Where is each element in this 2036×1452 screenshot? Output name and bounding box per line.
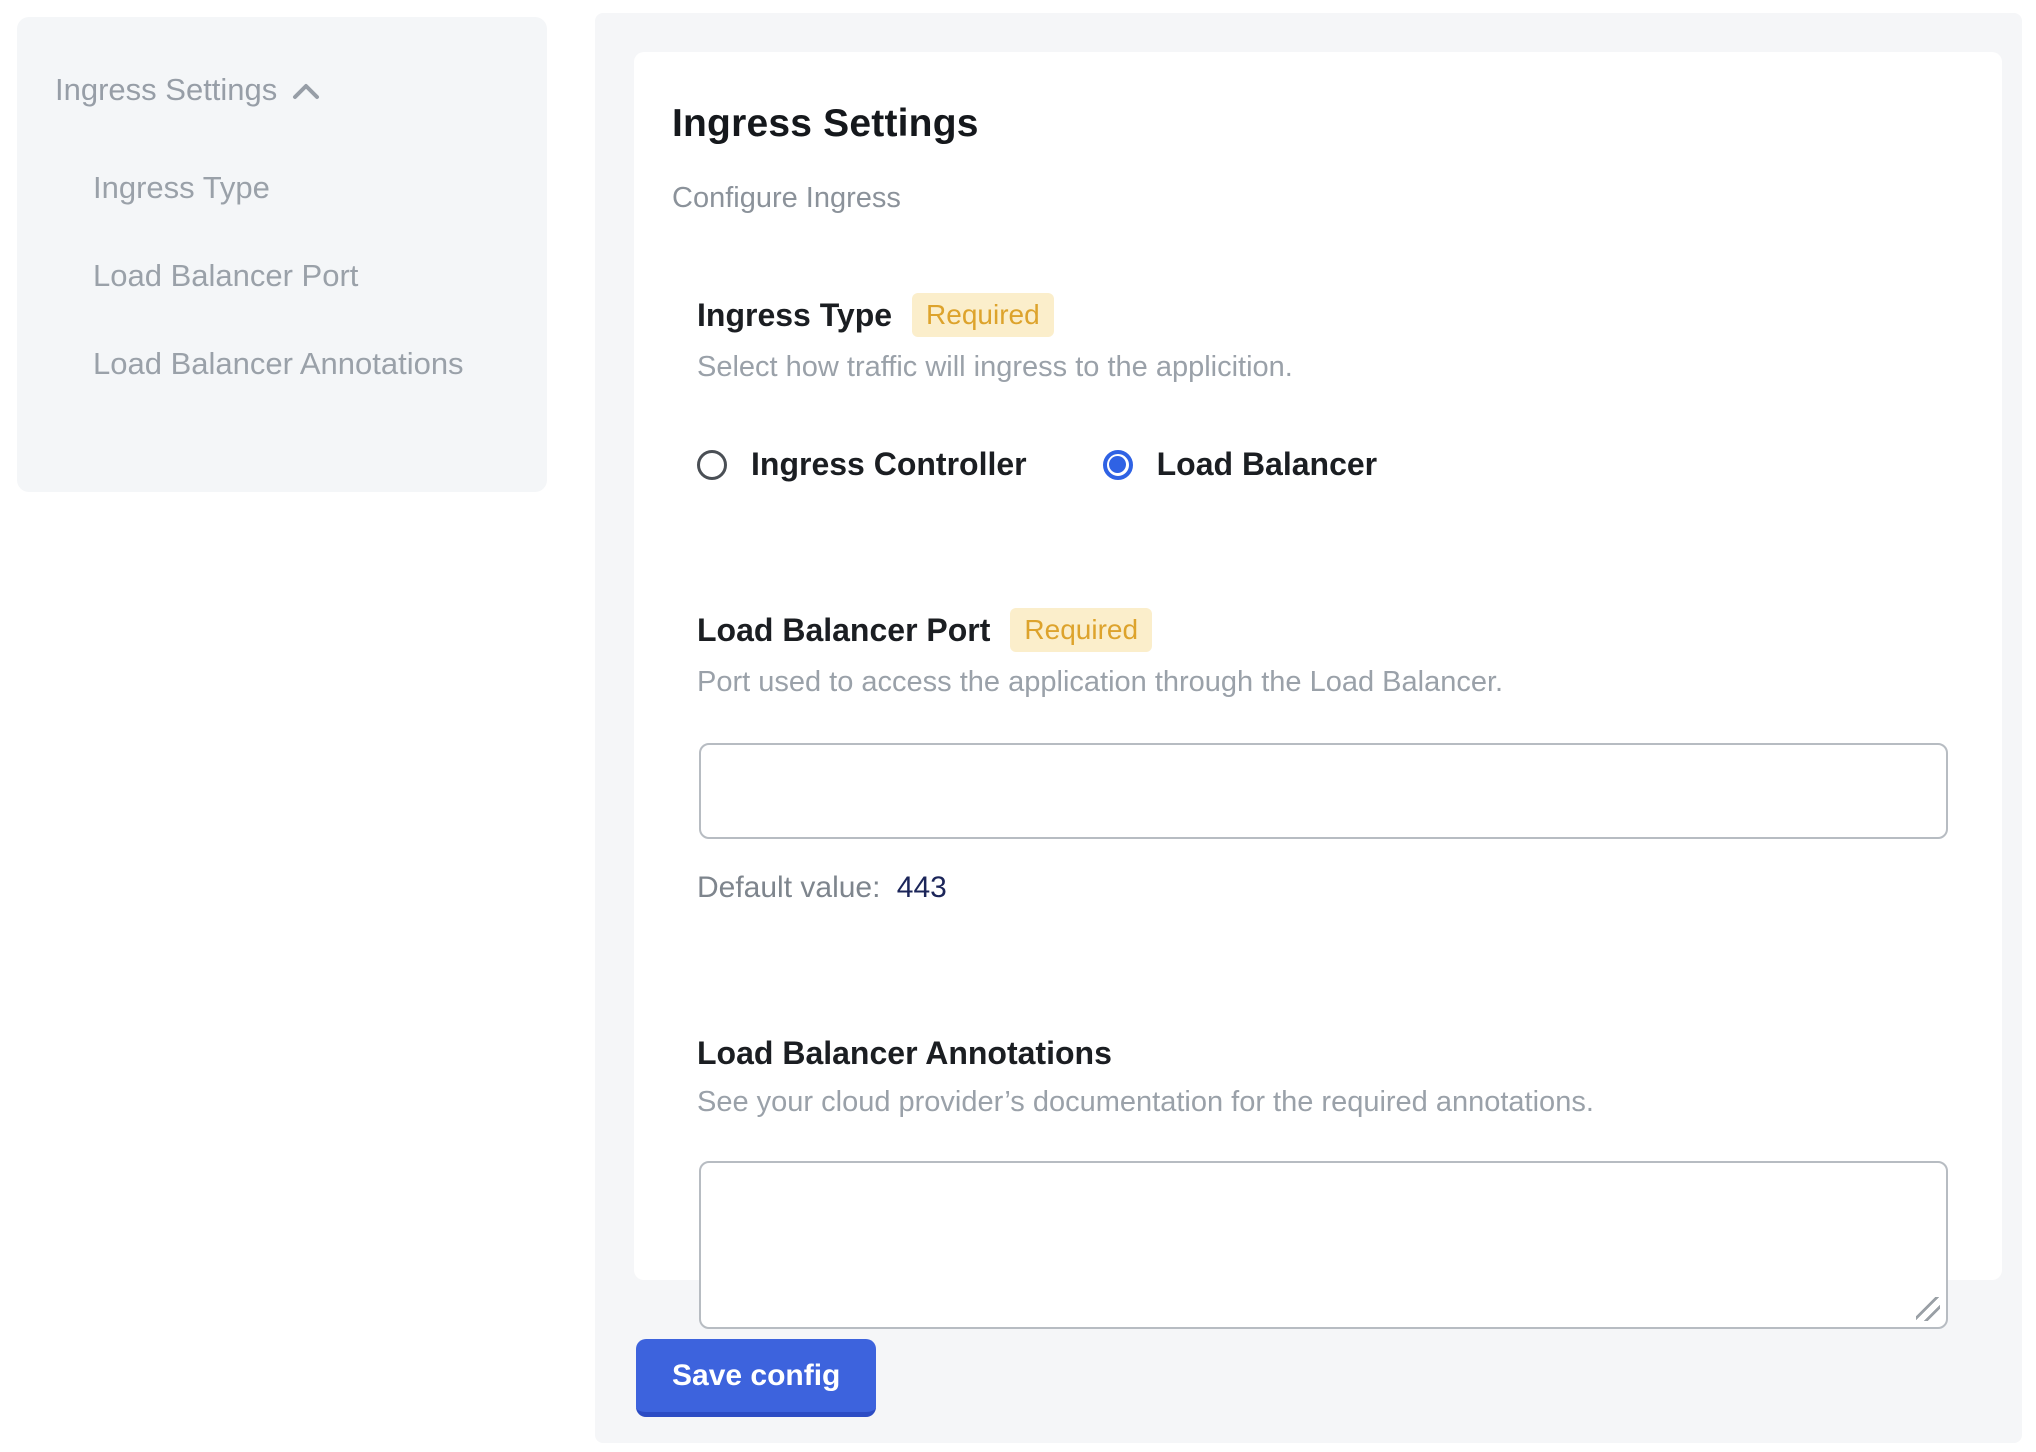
default-value-label: Default value: (697, 871, 880, 904)
ingress-type-radio-group: Ingress Controller Load Balancer (697, 446, 1948, 483)
section-load-balancer-annotations: Load Balancer Annotations See your cloud… (697, 1035, 1948, 1329)
sidebar-item-load-balancer-port[interactable]: Load Balancer Port (93, 246, 513, 306)
section-load-balancer-port: Load Balancer Port Required Port used to… (697, 608, 1948, 905)
ingress-settings-card: Ingress Settings Configure Ingress Ingre… (634, 52, 2002, 1280)
sidebar-item-list: Ingress Type Load Balancer Port Load Bal… (55, 158, 517, 394)
sidebar-section-label: Ingress Settings (55, 72, 277, 108)
settings-sidebar: Ingress Settings Ingress Type Load Balan… (17, 17, 547, 492)
radio-load-balancer[interactable]: Load Balancer (1103, 446, 1378, 483)
radio-ingress-controller-label: Ingress Controller (751, 446, 1027, 483)
radio-ingress-controller[interactable]: Ingress Controller (697, 446, 1027, 483)
radio-circle-icon (697, 450, 727, 480)
radio-load-balancer-label: Load Balancer (1157, 446, 1378, 483)
required-badge: Required (1010, 608, 1152, 652)
sidebar-item-ingress-type[interactable]: Ingress Type (93, 158, 513, 218)
lb-port-default-row: Default value: 443 (697, 871, 1948, 905)
lb-port-description: Port used to access the application thro… (697, 666, 1948, 699)
lb-port-input[interactable] (699, 743, 1948, 839)
main-panel: Ingress Settings Configure Ingress Ingre… (595, 13, 2022, 1443)
ingress-type-label: Ingress Type (697, 297, 892, 334)
page-subtitle: Configure Ingress (672, 182, 1948, 215)
default-value-number: 443 (897, 871, 947, 904)
radio-circle-icon (1103, 450, 1133, 480)
lb-annotations-textarea[interactable] (699, 1161, 1948, 1329)
section-ingress-type: Ingress Type Required Select how traffic… (697, 293, 1948, 384)
chevron-up-icon (291, 81, 321, 103)
required-badge: Required (912, 293, 1054, 337)
lb-annotations-textarea-wrap (699, 1161, 1948, 1329)
lb-annotations-description: See your cloud provider’s documentation … (697, 1086, 1948, 1119)
save-config-button[interactable]: Save config (636, 1339, 876, 1417)
sidebar-item-load-balancer-annotations[interactable]: Load Balancer Annotations (93, 334, 513, 394)
ingress-type-description: Select how traffic will ingress to the a… (697, 351, 1948, 384)
sidebar-section-ingress-settings[interactable]: Ingress Settings (55, 72, 517, 108)
lb-annotations-label: Load Balancer Annotations (697, 1035, 1112, 1072)
page-title: Ingress Settings (672, 102, 1948, 146)
lb-port-label: Load Balancer Port (697, 612, 990, 649)
